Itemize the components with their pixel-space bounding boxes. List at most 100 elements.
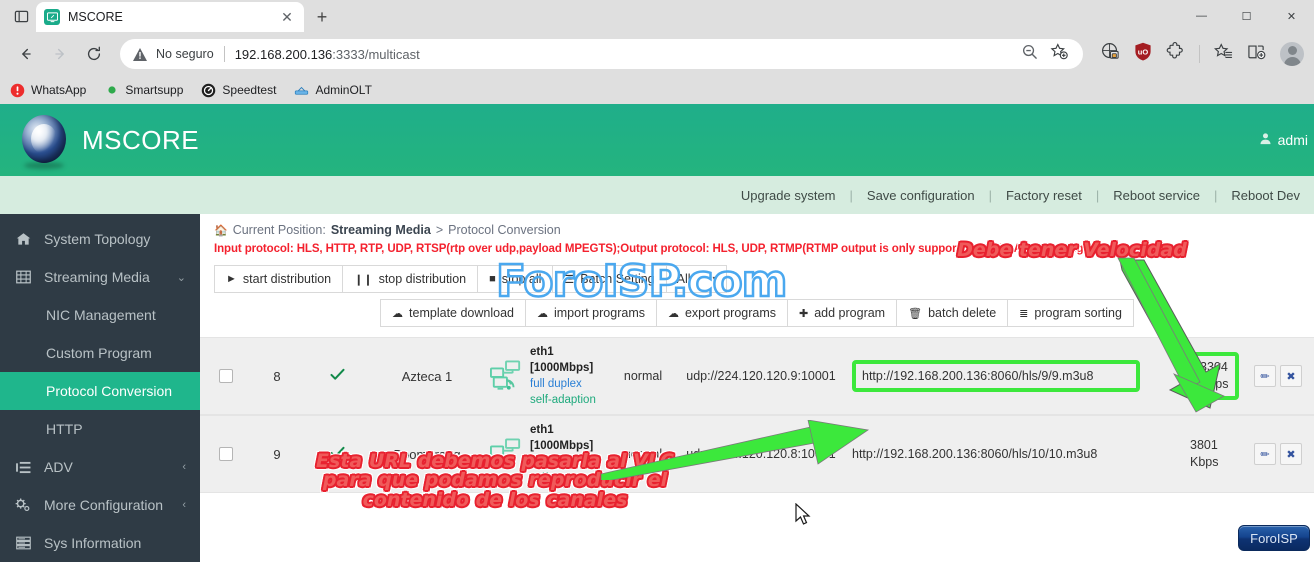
sidebar-item-http[interactable]: HTTP [0, 410, 200, 448]
action-save-configuration[interactable]: Save configuration [853, 188, 989, 203]
add-favorite-icon[interactable] [1050, 42, 1069, 66]
ublock-icon[interactable]: uO [1134, 42, 1152, 66]
sidebar-item-label: ADV [44, 459, 73, 475]
profile-avatar[interactable] [1280, 42, 1304, 66]
output-url[interactable]: http://192.168.200.136:8060/hls/9/9.m3u8 [852, 360, 1140, 392]
delete-row-button[interactable]: ✖ [1280, 365, 1302, 387]
bookmark-whatsapp[interactable]: WhatsApp [10, 83, 86, 98]
delete-row-button[interactable]: ✖ [1280, 443, 1302, 465]
user-icon [1259, 132, 1272, 148]
sidebar-item-system-topology[interactable]: System Topology [0, 220, 200, 258]
button-label: stop all [501, 272, 542, 286]
import-programs-button[interactable]: ☁ import programs [524, 299, 657, 327]
sidebar-item-protocol-conversion[interactable]: Protocol Conversion [0, 372, 200, 410]
chevron-down-icon: ⌄ [176, 271, 186, 284]
network-cell [482, 438, 530, 470]
app-brand: MSCORE [82, 124, 200, 155]
program-sorting-button[interactable]: ≣ program sorting [1007, 299, 1134, 327]
url-text: 192.168.200.136:3333/multicast [235, 47, 420, 62]
current-user[interactable]: admi [1259, 132, 1308, 148]
stop-all-button[interactable]: ■ stop all [477, 265, 554, 293]
sidebar-item-custom-program[interactable]: Custom Program [0, 334, 200, 372]
minimize-button[interactable]: — [1179, 0, 1224, 32]
batch-setting-button[interactable]: ☰ Batch Setting [552, 265, 667, 293]
address-bar[interactable]: No seguro 192.168.200.136:3333/multicast [120, 39, 1083, 69]
bookmark-adminolt[interactable]: AdminOLT [294, 83, 372, 98]
cloud-export-icon: ☁ [667, 307, 679, 320]
security-label[interactable]: No seguro [156, 47, 214, 61]
chevron-left-icon: ‹ [182, 499, 186, 511]
batch-delete-button[interactable]: 🗑 batch delete [896, 299, 1009, 327]
breadcrumb-parent[interactable]: Streaming Media [331, 223, 431, 237]
plus-icon: ✚ [799, 307, 809, 320]
network-cell [482, 360, 530, 392]
extensions-icon[interactable] [1166, 41, 1185, 66]
bitrate-unit: Kbps [1190, 455, 1219, 469]
row-id: 9 [273, 446, 281, 462]
bitrate-highlight: 3304 Kbps [1190, 352, 1239, 400]
bookmark-label: Smartsupp [125, 83, 184, 97]
bookmark-label: WhatsApp [31, 83, 87, 97]
action-factory-reset[interactable]: Factory reset [992, 188, 1096, 203]
nic-name: eth1 [530, 346, 554, 358]
button-label: import programs [553, 306, 645, 320]
stop-distribution-button[interactable]: ❙❙ stop distribution [342, 265, 479, 293]
output-url[interactable]: http://192.168.200.136:8060/hls/10/10.m3… [852, 447, 1097, 461]
export-programs-button[interactable]: ☁ export programs [655, 299, 788, 327]
bookmark-speedtest[interactable]: Speedtest [201, 83, 276, 98]
maximize-button[interactable]: ☐ [1224, 0, 1269, 32]
row-checkbox[interactable] [219, 447, 233, 461]
table-row[interactable]: 9 Boomerang eth1 [1000Mbps] full duplex … [200, 415, 1314, 493]
app-body: System Topology Streaming Media ⌄ NIC Ma… [0, 214, 1314, 562]
edit-row-button[interactable]: ✏ [1254, 443, 1276, 465]
filter-value: All [676, 272, 691, 286]
chevron-down-icon: ▾ [712, 273, 718, 285]
row-select-cell [200, 369, 252, 383]
bitrate-value: 3304 [1200, 360, 1228, 374]
new-tab-button[interactable]: + [308, 3, 336, 31]
nic-speed: [1000Mbps] [530, 362, 594, 374]
bookmark-smartsupp[interactable]: Smartsupp [104, 83, 183, 98]
badge-foroisp: ForoISP [1238, 525, 1310, 551]
programs-table: 8 Azteca 1 eth1 [1000Mbps] full duplex s… [200, 337, 1314, 493]
table-row[interactable]: 8 Azteca 1 eth1 [1000Mbps] full duplex s… [200, 337, 1314, 415]
favorites-icon[interactable] [1213, 42, 1233, 66]
not-secure-warning-icon [132, 47, 148, 62]
close-window-button[interactable]: ✕ [1269, 0, 1314, 32]
reload-icon[interactable] [78, 38, 110, 70]
network-icon [490, 438, 521, 468]
svg-text:uO: uO [1138, 48, 1149, 57]
collections-icon[interactable] [1101, 42, 1120, 66]
edit-row-button[interactable]: ✏ [1254, 365, 1276, 387]
row-checkbox[interactable] [219, 369, 233, 383]
nic-adaption: self- [530, 472, 552, 484]
template-download-button[interactable]: ☁ template download [380, 299, 526, 327]
play-icon: ► [226, 273, 237, 285]
sidebar-item-nic-management[interactable]: NIC Management [0, 296, 200, 334]
bitrate-cell: 3801 Kbps [1190, 437, 1242, 471]
trash-icon: 🗑 [908, 307, 923, 320]
browser-tab[interactable]: MSCORE ✕ [36, 2, 304, 32]
split-screen-icon[interactable] [1247, 43, 1266, 66]
action-upgrade-system[interactable]: Upgrade system [727, 188, 850, 203]
add-program-button[interactable]: ✚ add program [787, 299, 898, 327]
chevron-left-icon: ‹ [182, 461, 186, 473]
filter-select[interactable]: All ▾ [665, 265, 727, 293]
sidebar-item-streaming-media[interactable]: Streaming Media ⌄ [0, 258, 200, 296]
zoom-out-icon[interactable] [1021, 43, 1038, 65]
sidebar-item-sys-information[interactable]: Sys Information [0, 524, 200, 562]
speedtest-icon [201, 83, 216, 98]
sort-list-icon: ≣ [1019, 307, 1029, 320]
action-reboot-service[interactable]: Reboot service [1099, 188, 1214, 203]
start-distribution-button[interactable]: ► start distribution [214, 265, 344, 293]
tab-close-icon[interactable]: ✕ [278, 8, 296, 26]
forward-icon [44, 38, 76, 70]
sidebar-item-more-configuration[interactable]: More Configuration ‹ [0, 486, 200, 524]
omnibox-divider [223, 46, 225, 62]
back-icon[interactable] [10, 38, 42, 70]
whatsapp-icon [10, 83, 25, 98]
sidebar-item-adv[interactable]: ADV ‹ [0, 448, 200, 486]
server-icon [14, 536, 32, 550]
tab-list-icon[interactable] [6, 1, 36, 31]
action-reboot-device[interactable]: Reboot Dev [1217, 188, 1314, 203]
